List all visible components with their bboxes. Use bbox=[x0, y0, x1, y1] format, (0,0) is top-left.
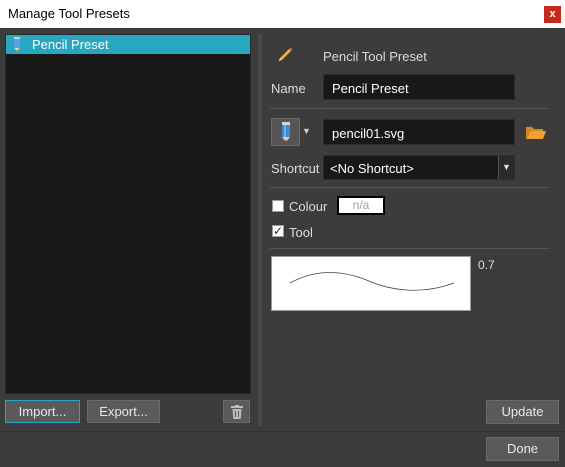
preset-item-label: Pencil Preset bbox=[32, 37, 109, 52]
delete-preset-button[interactable] bbox=[223, 400, 250, 423]
preset-list-item[interactable]: Pencil Preset bbox=[6, 35, 250, 54]
pencil-icon bbox=[282, 122, 290, 142]
pencil-icon bbox=[14, 37, 20, 51]
colour-checkbox[interactable] bbox=[272, 200, 284, 212]
import-button[interactable]: Import... bbox=[5, 400, 80, 423]
tool-icon-button[interactable] bbox=[271, 118, 300, 146]
divider bbox=[270, 108, 550, 109]
chevron-down-icon[interactable]: ▼ bbox=[498, 156, 514, 179]
name-label: Name bbox=[271, 81, 306, 96]
tool-checkbox[interactable]: ✓ bbox=[272, 225, 284, 237]
trash-icon bbox=[230, 405, 243, 419]
window-title: Manage Tool Presets bbox=[8, 6, 130, 21]
preset-list[interactable]: Pencil Preset bbox=[5, 34, 251, 394]
done-button[interactable]: Done bbox=[486, 437, 559, 461]
close-button[interactable]: x bbox=[544, 6, 561, 23]
divider bbox=[0, 431, 565, 432]
divider bbox=[270, 248, 550, 249]
tool-file-field[interactable]: pencil01.svg bbox=[323, 119, 515, 145]
divider bbox=[270, 187, 550, 188]
export-button[interactable]: Export... bbox=[87, 400, 160, 423]
stroke-size-value: 0.7 bbox=[478, 258, 495, 272]
name-field[interactable]: Pencil Preset bbox=[323, 74, 515, 100]
colour-swatch[interactable]: n/a bbox=[337, 196, 385, 215]
stroke-preview bbox=[271, 256, 471, 311]
chevron-down-icon[interactable]: ▼ bbox=[302, 126, 312, 136]
shortcut-label: Shortcut bbox=[271, 161, 320, 176]
colour-label: Colour bbox=[289, 199, 328, 214]
update-button[interactable]: Update bbox=[486, 400, 559, 424]
tool-label: Tool bbox=[289, 225, 313, 240]
preset-type-label: Pencil Tool Preset bbox=[323, 49, 427, 64]
folder-open-icon[interactable] bbox=[525, 124, 547, 140]
stroke-preview-curve bbox=[289, 272, 455, 291]
shortcut-select[interactable]: <No Shortcut> bbox=[323, 155, 515, 180]
pencil-icon bbox=[278, 47, 293, 61]
splitter[interactable] bbox=[258, 34, 262, 426]
